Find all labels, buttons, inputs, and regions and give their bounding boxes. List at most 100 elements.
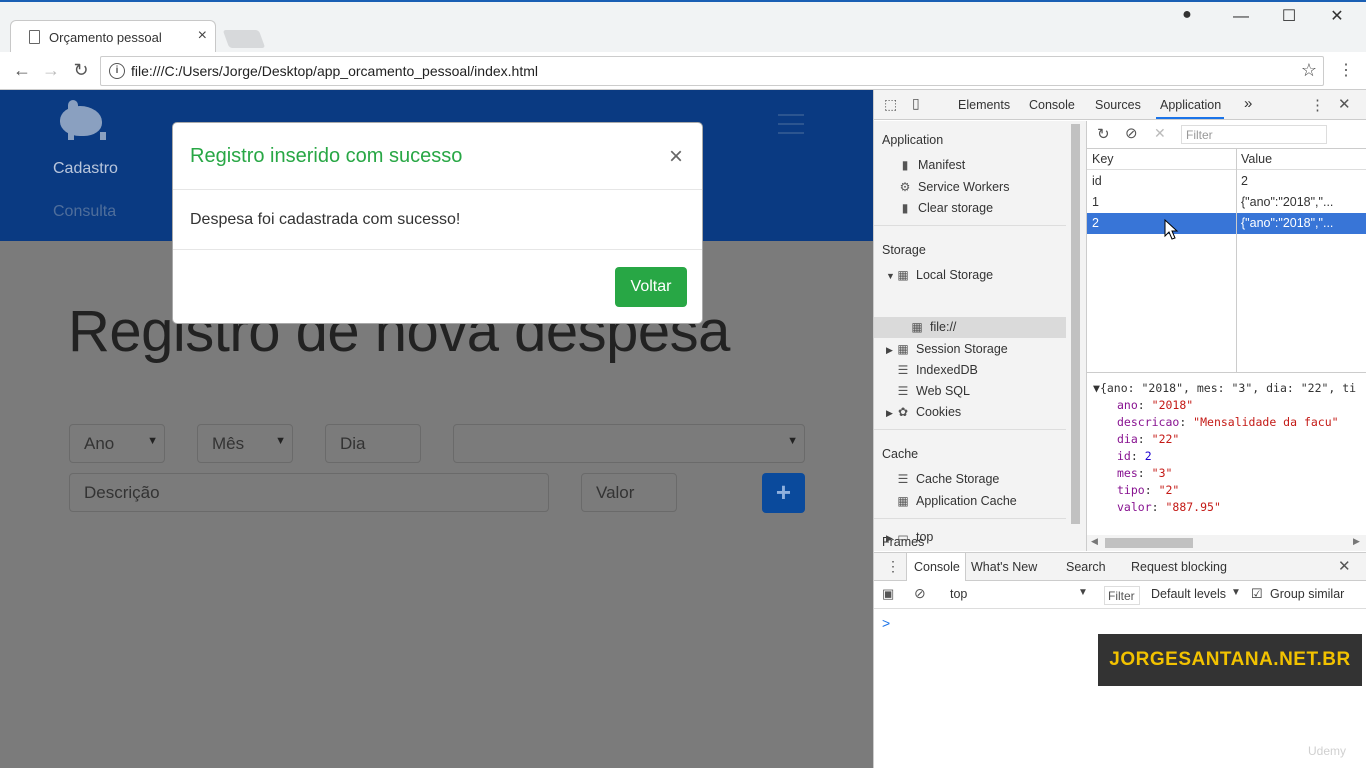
preview-field: ano: "2018" xyxy=(1117,398,1194,412)
profile-icon[interactable]: ● xyxy=(1172,6,1202,24)
storage-filter-input[interactable]: Filter xyxy=(1181,125,1327,144)
table-row[interactable]: 1 {"ano":"2018","... xyxy=(1087,192,1366,213)
field-key: ano xyxy=(1117,398,1138,412)
address-bar[interactable]: i file:///C:/Users/Jorge/Desktop/app_orc… xyxy=(100,56,1324,86)
tab-console[interactable]: Console xyxy=(1029,98,1075,112)
drawer-tab-search[interactable]: Search xyxy=(1066,560,1106,574)
group-similar-checkbox[interactable]: ☑ xyxy=(1251,586,1263,602)
sidebar-scrollbar[interactable] xyxy=(1070,124,1081,544)
more-tabs-icon[interactable]: » xyxy=(1244,95,1252,112)
nav-link-cadastro[interactable]: Cadastro xyxy=(53,160,118,178)
table-header: Key Value xyxy=(1087,149,1366,170)
drawer-close-icon[interactable]: ✕ xyxy=(1338,557,1351,575)
devtools-close-icon[interactable]: ✕ xyxy=(1338,95,1351,113)
back-icon[interactable]: ← xyxy=(10,60,34,81)
browser-tab[interactable]: Orçamento pessoal × xyxy=(10,20,216,54)
scroll-left-icon[interactable]: ◀ xyxy=(1091,536,1098,547)
modal-close-icon[interactable]: × xyxy=(669,143,683,171)
tab-application[interactable]: Application xyxy=(1160,98,1221,112)
triangle-right-icon[interactable]: ▶ xyxy=(886,533,896,544)
descricao-input[interactable]: Descrição xyxy=(69,473,549,512)
drawer-tab-request-blocking[interactable]: Request blocking xyxy=(1131,560,1227,574)
field-key: tipo xyxy=(1117,483,1145,497)
chevron-down-icon: ▼ xyxy=(787,435,798,447)
section-header-storage: Storage xyxy=(882,243,926,257)
device-toolbar-icon[interactable]: ▯ xyxy=(912,95,920,112)
sidebar-item-cache-storage[interactable]: ☰ Cache Storage xyxy=(896,472,1000,486)
sidebar-item-session-storage[interactable]: ▶ ▦ Session Storage xyxy=(886,342,1008,356)
new-tab-button[interactable] xyxy=(222,30,266,48)
sidebar-item-indexeddb[interactable]: ☰ IndexedDB xyxy=(896,363,978,377)
console-toolbar: ▣ ⊘ top ▼ Filter Default levels ▼ ☑ Grou… xyxy=(874,581,1366,609)
field-value: "3" xyxy=(1151,466,1173,480)
column-divider xyxy=(1236,149,1237,373)
console-prompt[interactable]: > xyxy=(882,615,890,631)
url-text[interactable]: file:///C:/Users/Jorge/Desktop/app_orcam… xyxy=(131,63,538,79)
tab-sources[interactable]: Sources xyxy=(1095,98,1141,112)
chevron-down-icon[interactable]: ▼ xyxy=(1078,587,1088,598)
valor-input[interactable]: Valor xyxy=(581,473,677,512)
devtools-menu-icon[interactable]: ⋮ xyxy=(1310,96,1325,114)
sidebar-item-cookies[interactable]: ▶ ✿ Cookies xyxy=(886,405,961,419)
preview-summary[interactable]: ▼{ano: "2018", mes: "3", dia: "22", ti xyxy=(1093,381,1356,395)
reload-icon[interactable]: ↻ xyxy=(69,60,93,81)
key-column-header[interactable]: Key xyxy=(1092,152,1114,166)
info-icon[interactable]: i xyxy=(109,63,125,79)
refresh-icon[interactable]: ↻ xyxy=(1097,125,1110,143)
voltar-button[interactable]: Voltar xyxy=(615,267,687,307)
add-button[interactable]: + xyxy=(762,473,805,513)
nav-link-consulta[interactable]: Consulta xyxy=(53,203,116,221)
dia-input[interactable]: Dia xyxy=(325,424,421,463)
field-value: "22" xyxy=(1151,432,1180,446)
drawer-tab-whats-new[interactable]: What's New xyxy=(971,560,1037,574)
sidebar-item-top-frame[interactable]: ▶ ▭ top xyxy=(886,530,933,544)
triangle-right-icon[interactable]: ▶ xyxy=(886,408,896,419)
sidebar-item-file[interactable]: ▦ file:// xyxy=(910,320,956,334)
forward-icon[interactable]: → xyxy=(39,60,63,81)
ano-select[interactable]: Ano ▼ xyxy=(69,424,165,463)
tab-close-icon[interactable]: × xyxy=(198,27,207,45)
sidebar-item-application-cache[interactable]: ▦ Application Cache xyxy=(896,494,1016,508)
clear-console-icon[interactable]: ⊘ xyxy=(914,585,926,602)
table-row-selected[interactable]: 2 {"ano":"2018","... xyxy=(1087,213,1366,234)
maximize-icon[interactable]: ☐ xyxy=(1274,6,1304,26)
delete-selected-icon[interactable]: ✕ xyxy=(1154,125,1166,142)
row-value: {"ano":"2018","... xyxy=(1241,216,1334,230)
sidebar-item-service-workers[interactable]: ⚙ Service Workers xyxy=(898,180,1010,194)
window-close-icon[interactable]: ✕ xyxy=(1322,6,1352,26)
browser-toolbar: ← → ↻ i file:///C:/Users/Jorge/Desktop/a… xyxy=(0,52,1366,90)
context-select[interactable]: top xyxy=(950,587,967,601)
hamburger-icon[interactable] xyxy=(778,114,804,134)
row-key: 1 xyxy=(1092,195,1099,209)
minimize-icon[interactable]: — xyxy=(1226,8,1256,26)
tipo-select[interactable]: ▼ xyxy=(453,424,805,463)
clear-all-icon[interactable]: ⊘ xyxy=(1125,124,1138,142)
triangle-right-icon[interactable]: ▶ xyxy=(886,345,896,356)
sidebar-toggle-icon[interactable]: ▣ xyxy=(882,586,894,602)
tab-elements[interactable]: Elements xyxy=(958,98,1010,112)
sidebar-item-clear-storage[interactable]: ▮ Clear storage xyxy=(898,201,993,215)
mes-select[interactable]: Mês ▼ xyxy=(197,424,293,463)
sidebar-item-manifest[interactable]: ▮ Manifest xyxy=(898,158,966,172)
browser-menu-icon[interactable]: ⋮ xyxy=(1338,60,1354,80)
value-column-header[interactable]: Value xyxy=(1241,152,1272,166)
bookmark-star-icon[interactable]: ☆ xyxy=(1301,60,1317,81)
scrollbar-thumb[interactable] xyxy=(1105,538,1193,548)
triangle-down-icon[interactable]: ▼ xyxy=(886,271,896,281)
sidebar-item-local-storage[interactable]: ▼ ▦ Local Storage xyxy=(886,268,993,282)
chevron-down-icon[interactable]: ▼ xyxy=(1231,587,1241,598)
console-filter-input[interactable]: Filter xyxy=(1104,586,1140,605)
udemy-logo: Udemy xyxy=(1308,744,1347,758)
drawer-menu-icon[interactable]: ⋮ xyxy=(886,558,900,575)
scrollbar-thumb[interactable] xyxy=(1071,124,1080,524)
sidebar-item-web-sql[interactable]: ☰ Web SQL xyxy=(896,384,970,398)
drawer-tab-console[interactable]: Console xyxy=(914,560,960,574)
log-levels-select[interactable]: Default levels xyxy=(1151,587,1226,601)
scroll-right-icon[interactable]: ▶ xyxy=(1353,536,1360,547)
preview-horizontal-scrollbar[interactable]: ◀ ▶ xyxy=(1087,535,1366,551)
inspect-element-icon[interactable]: ⬚ xyxy=(884,96,897,113)
piggy-bank-icon[interactable] xyxy=(60,100,106,140)
devtools-tab-bar: ⬚ ▯ Elements Console Sources Application… xyxy=(874,90,1366,120)
table-row[interactable]: id 2 xyxy=(1087,171,1366,192)
success-modal: Registro inserido com sucesso × Despesa … xyxy=(172,122,703,324)
